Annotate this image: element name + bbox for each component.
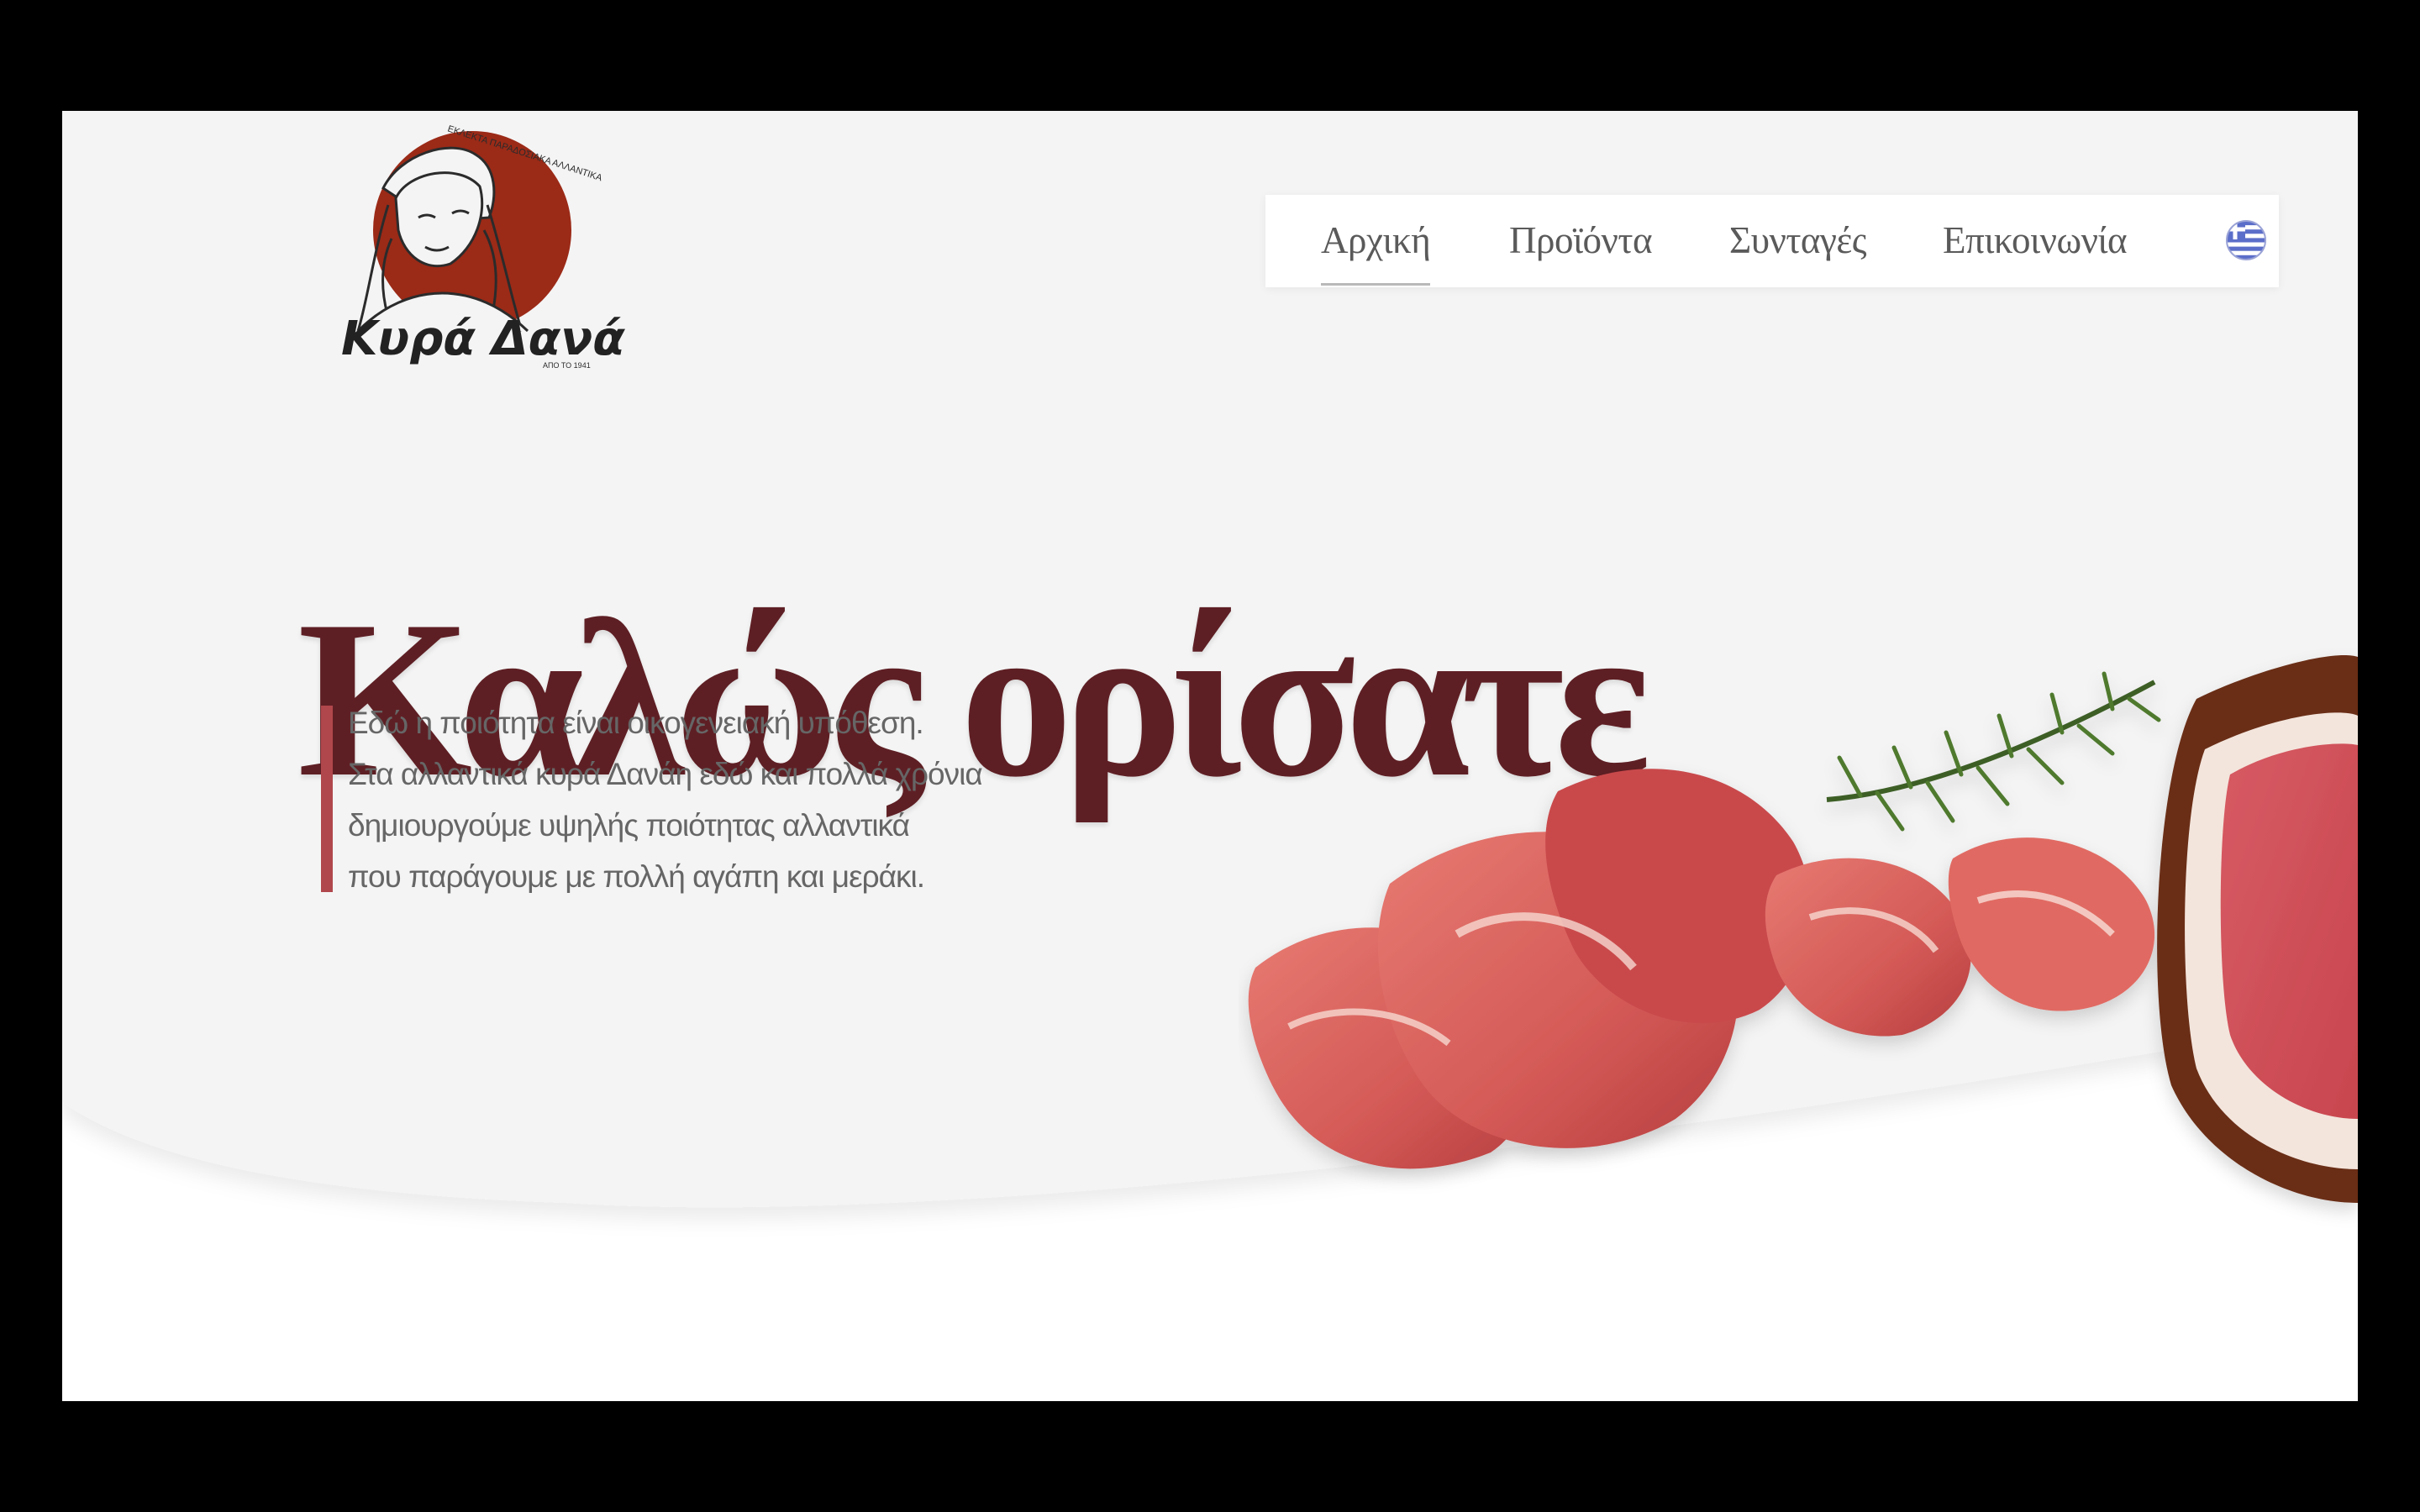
intro-line: που παράγουμε με πολλή αγάπη και μεράκι.: [348, 859, 925, 894]
intro-line: Εδώ η ποιότητα είναι οικογενειακή υπόθεσ…: [348, 706, 924, 740]
nav-item-contact[interactable]: Επικοινωνία: [1943, 213, 2128, 267]
logo-since: ΑΠΟ ΤΟ 1941: [543, 361, 591, 370]
page: ΕΚΛΕΚΤΑ ΠΑΡΑΔΟΣΙΑΚΑ ΑΛΛΑΝΤΙΚΑ Κυρά Δανάη…: [62, 111, 2358, 1401]
greek-flag-icon[interactable]: [2225, 219, 2267, 261]
cured-meat-rosemary-image: [1248, 655, 2358, 1203]
intro-line: δημιουργούμε υψηλής ποιότητας αλλαντικά: [348, 808, 910, 843]
brand-logo[interactable]: ΕΚΛΕΚΤΑ ΠΑΡΑΔΟΣΙΑΚΑ ΑΛΛΑΝΤΙΚΑ Κυρά Δανάη…: [308, 121, 627, 373]
nav-item-products[interactable]: Προϊόντα: [1509, 213, 1653, 267]
intro-text: Εδώ η ποιότητα είναι οικογενειακή υπόθεσ…: [348, 697, 1104, 902]
nav-item-recipes[interactable]: Συνταγές: [1729, 213, 1867, 267]
nav-item-home[interactable]: Αρχική: [1321, 213, 1431, 286]
main-nav: Αρχική Προϊόντα Συνταγές Επικοινωνία: [1265, 195, 2279, 287]
logo-wordmark: Κυρά Δανάη: [341, 312, 627, 366]
intro-line: Στα αλλαντικά κυρά Δανάη εδώ και πολλά χ…: [348, 757, 983, 791]
intro-accent-bar: [321, 706, 333, 892]
